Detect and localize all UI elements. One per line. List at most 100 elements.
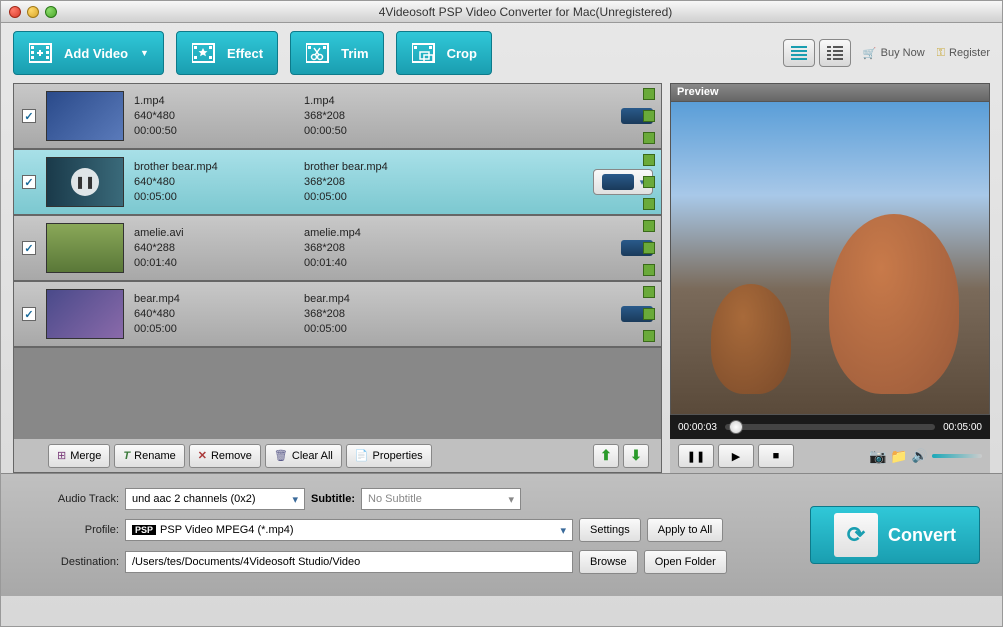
move-down-button[interactable]: ⬇	[623, 444, 649, 468]
source-info: brother bear.mp4640*48000:05:00	[134, 160, 294, 205]
properties-button[interactable]: 📄Properties	[346, 444, 432, 468]
profile-label: Profile:	[23, 524, 119, 536]
status-badge	[643, 242, 655, 254]
source-name: amelie.avi	[134, 226, 294, 241]
apply-to-all-button[interactable]: Apply to All	[647, 518, 723, 542]
source-duration: 00:05:00	[134, 190, 294, 205]
audio-track-select[interactable]: und aac 2 channels (0x2)▾	[125, 488, 305, 510]
open-snapshot-folder-button[interactable]: 📁	[890, 448, 907, 465]
source-resolution: 640*480	[134, 307, 294, 322]
destination-label: Destination:	[23, 556, 119, 568]
add-video-icon	[28, 39, 56, 67]
dropdown-icon: ▼	[140, 48, 149, 58]
status-badge	[643, 198, 655, 210]
snapshot-button[interactable]: 📷	[869, 448, 886, 465]
convert-icon: ⟳	[834, 513, 878, 557]
file-thumbnail[interactable]	[46, 91, 124, 141]
view-detail-button[interactable]	[819, 39, 851, 67]
status-badges	[643, 154, 657, 210]
source-duration: 00:01:40	[134, 256, 294, 271]
file-thumbnail[interactable]	[46, 223, 124, 273]
file-row[interactable]: ✓amelie.avi640*28800:01:40amelie.mp4368*…	[14, 216, 661, 282]
status-badge	[643, 286, 655, 298]
register-link[interactable]: ⚿ Register	[937, 47, 990, 60]
status-badge	[643, 264, 655, 276]
close-window-button[interactable]	[9, 6, 21, 18]
file-checkbox[interactable]: ✓	[22, 175, 36, 189]
minimize-window-button[interactable]	[27, 6, 39, 18]
source-resolution: 640*480	[134, 109, 294, 124]
status-badge	[643, 88, 655, 100]
move-up-button[interactable]: ⬆	[593, 444, 619, 468]
output-info: bear.mp4368*20800:05:00	[304, 292, 464, 337]
output-duration: 00:01:40	[304, 256, 464, 271]
output-resolution: 368*208	[304, 307, 464, 322]
file-list: ✓1.mp4640*48000:00:501.mp4368*20800:00:5…	[13, 83, 662, 473]
psp-device-icon	[602, 174, 634, 190]
file-checkbox[interactable]: ✓	[22, 307, 36, 321]
status-badge	[643, 330, 655, 342]
preview-content	[711, 284, 791, 394]
preview-controls: ❚❚ ▶ ■ 📷 📁 🔊	[670, 439, 990, 473]
output-info: 1.mp4368*20800:00:50	[304, 94, 464, 139]
stop-button[interactable]: ■	[758, 444, 794, 468]
source-duration: 00:05:00	[134, 322, 294, 337]
volume-slider[interactable]	[932, 454, 982, 458]
view-list-button[interactable]	[783, 39, 815, 67]
convert-button[interactable]: ⟳ Convert	[810, 506, 980, 564]
rename-icon: T	[123, 450, 130, 462]
remove-button[interactable]: ✕Remove	[189, 444, 261, 468]
status-badge	[643, 154, 655, 166]
status-badges	[643, 220, 657, 276]
clear-all-button[interactable]: 🗑Clear All	[265, 444, 342, 468]
destination-field[interactable]: /Users/tes/Documents/4Videosoft Studio/V…	[125, 551, 573, 573]
file-row[interactable]: ✓bear.mp4640*48000:05:00bear.mp4368*2080…	[14, 282, 661, 348]
progress-head[interactable]	[729, 420, 743, 434]
source-info: amelie.avi640*28800:01:40	[134, 226, 294, 271]
trim-icon	[305, 39, 333, 67]
open-folder-button[interactable]: Open Folder	[644, 550, 727, 574]
effect-button[interactable]: Effect	[176, 31, 278, 75]
browse-button[interactable]: Browse	[579, 550, 638, 574]
file-row[interactable]: ✓❚❚brother bear.mp4640*48000:05:00brothe…	[14, 150, 661, 216]
play-button[interactable]: ▶	[718, 444, 754, 468]
app-window: 4Videosoft PSP Video Converter for Mac(U…	[0, 0, 1003, 627]
file-thumbnail[interactable]: ❚❚	[46, 157, 124, 207]
merge-icon: ⊞	[57, 449, 66, 462]
source-resolution: 640*288	[134, 241, 294, 256]
properties-icon: 📄	[355, 449, 369, 462]
status-badges	[643, 88, 657, 144]
output-name: bear.mp4	[304, 292, 464, 307]
titlebar: 4Videosoft PSP Video Converter for Mac(U…	[1, 1, 1002, 23]
output-info: amelie.mp4368*20800:01:40	[304, 226, 464, 271]
pause-button[interactable]: ❚❚	[678, 444, 714, 468]
output-resolution: 368*208	[304, 109, 464, 124]
zoom-window-button[interactable]	[45, 6, 57, 18]
buy-now-link[interactable]: 🛒 Buy Now	[863, 47, 925, 60]
file-checkbox[interactable]: ✓	[22, 109, 36, 123]
add-video-button[interactable]: Add Video ▼	[13, 31, 164, 75]
subtitle-select[interactable]: No Subtitle▾	[361, 488, 521, 510]
crop-button[interactable]: Crop	[396, 31, 492, 75]
merge-button[interactable]: ⊞Merge	[48, 444, 110, 468]
volume-icon[interactable]: 🔊	[912, 448, 928, 464]
file-rows: ✓1.mp4640*48000:00:501.mp4368*20800:00:5…	[14, 84, 661, 438]
rename-button[interactable]: TRename	[114, 444, 184, 468]
progress-slider[interactable]	[725, 424, 935, 430]
main-toolbar: Add Video ▼ Effect Trim Crop 🛒	[1, 23, 1002, 83]
status-badge	[643, 176, 655, 188]
file-row[interactable]: ✓1.mp4640*48000:00:501.mp4368*20800:00:5…	[14, 84, 661, 150]
file-checkbox[interactable]: ✓	[22, 241, 36, 255]
total-time: 00:05:00	[943, 422, 982, 433]
view-mode-buttons	[783, 39, 851, 67]
output-duration: 00:05:00	[304, 322, 464, 337]
output-name: 1.mp4	[304, 94, 464, 109]
trim-label: Trim	[341, 46, 368, 61]
profile-select[interactable]: PSPPSP Video MPEG4 (*.mp4)▾	[125, 519, 573, 541]
preview-video[interactable]	[670, 101, 990, 415]
crop-label: Crop	[447, 46, 477, 61]
trim-button[interactable]: Trim	[290, 31, 383, 75]
status-badge	[643, 110, 655, 122]
file-thumbnail[interactable]	[46, 289, 124, 339]
settings-button[interactable]: Settings	[579, 518, 641, 542]
